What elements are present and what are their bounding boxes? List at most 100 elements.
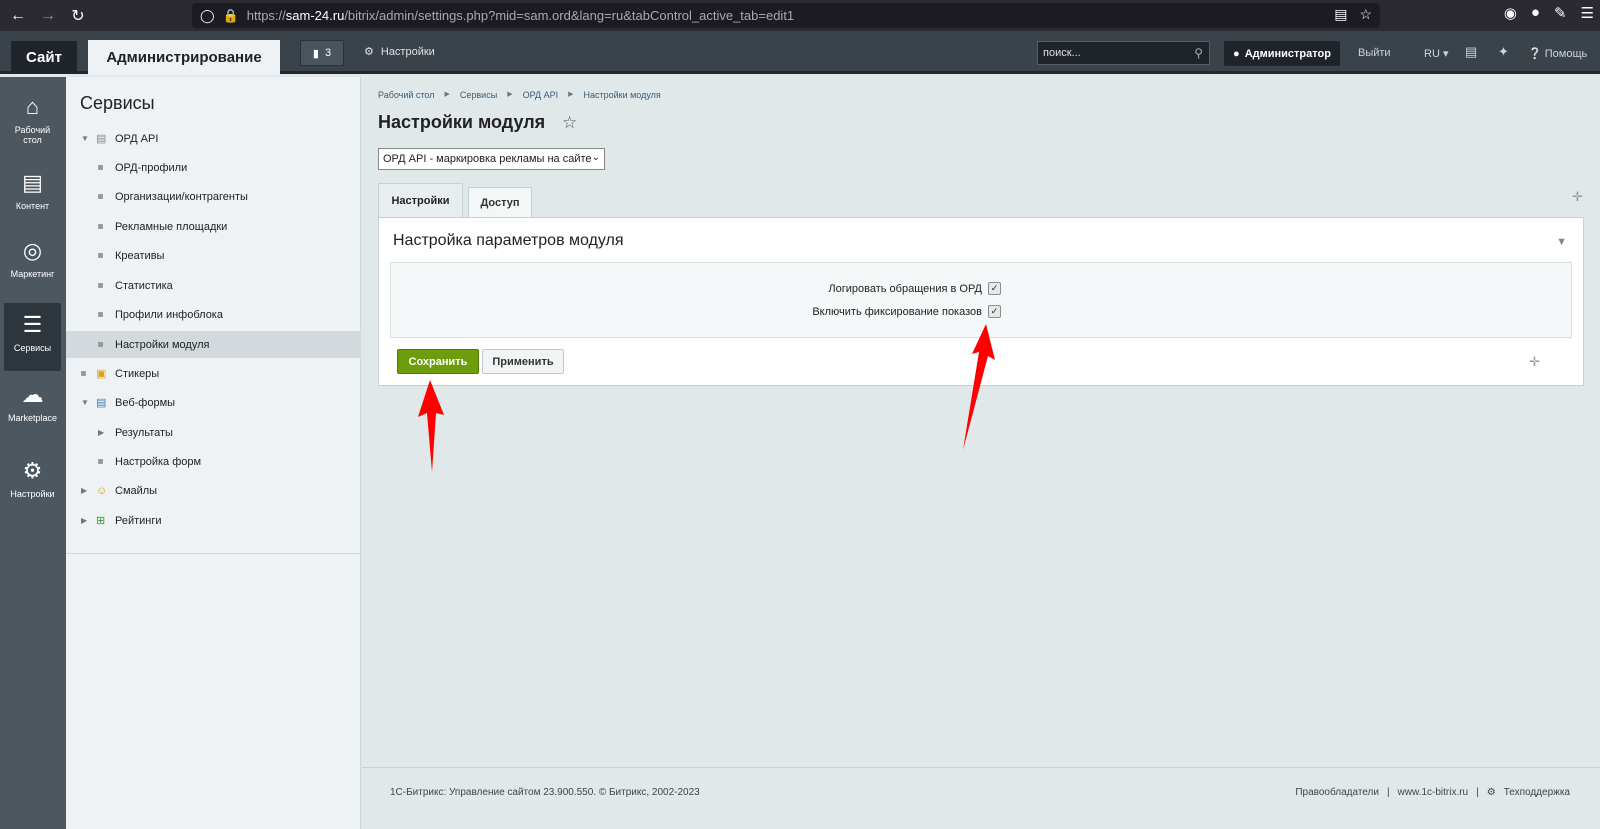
- back-icon[interactable]: ←: [6, 4, 30, 28]
- rating-icon: ⊞: [96, 514, 106, 527]
- address-bar[interactable]: ◯ 🔒 https://sam-24.ru/bitrix/admin/setti…: [192, 3, 1380, 28]
- module-select[interactable]: ОРД API - маркировка рекламы на сайте ⌄: [378, 148, 605, 170]
- sidebar-item-ratings[interactable]: ▶ ⊞ Рейтинги: [66, 507, 361, 534]
- menu-marketing[interactable]: ◎ Маркетинг: [4, 229, 61, 297]
- pocket-icon[interactable]: ◉: [1504, 4, 1517, 22]
- logout-link[interactable]: Выйти: [1358, 47, 1391, 59]
- sidebar-item-smiles[interactable]: ▶ ☺ Смайлы: [66, 477, 361, 504]
- sidebar-divider: [66, 553, 361, 554]
- breadcrumb-separator-icon: ▶: [507, 91, 513, 98]
- site-button[interactable]: Сайт: [11, 41, 77, 73]
- pin-icon[interactable]: ✛: [1572, 189, 1583, 205]
- sidebar-item-results[interactable]: ▶ Результаты: [66, 419, 361, 446]
- admin-topbar: Сайт Администрирование ▮ 3 ⚙ Настройки п…: [0, 31, 1600, 75]
- expanded-arrow-icon[interactable]: ▼: [81, 398, 89, 407]
- tab-settings[interactable]: Настройки: [378, 183, 463, 217]
- smile-icon: ☺: [96, 484, 108, 497]
- footer-link-rights[interactable]: Правообладатели: [1295, 787, 1379, 798]
- sidebar-item-ord-api[interactable]: ▼ ▤ ОРД API: [66, 125, 361, 152]
- sidebar-item-organizations[interactable]: Организации/контрагенты: [66, 183, 361, 210]
- account-icon[interactable]: ●: [1531, 4, 1540, 22]
- sidebar-item-statistics[interactable]: Статистика: [66, 272, 361, 299]
- menu-icon[interactable]: ☰: [1581, 4, 1594, 22]
- user-icon: ●: [1233, 47, 1240, 60]
- extensions-icon[interactable]: ✎: [1554, 4, 1567, 22]
- bullet-icon: [98, 342, 103, 347]
- notifications-button[interactable]: ▮ 3: [300, 40, 344, 66]
- breadcrumb-item[interactable]: Сервисы: [460, 90, 497, 100]
- log-requests-checkbox[interactable]: ✓: [988, 282, 1001, 295]
- search-icon[interactable]: ⚲: [1194, 46, 1203, 60]
- main-content: Рабочий стол ▶ Сервисы ▶ ОРД API ▶ Настр…: [362, 77, 1600, 829]
- collapsed-arrow-icon[interactable]: ▶: [81, 516, 87, 525]
- option-track-impressions: Включить фиксирование показов ✓: [812, 305, 1001, 318]
- sidebar-item-creatives[interactable]: Креативы: [66, 242, 361, 269]
- top-settings-link[interactable]: ⚙ Настройки: [364, 45, 435, 59]
- sidebar-item-iblock-profiles[interactable]: Профили инфоблока: [66, 301, 361, 328]
- menu-settings[interactable]: ⚙ Настройки: [4, 449, 61, 517]
- user-button[interactable]: ● Администратор: [1224, 41, 1340, 66]
- sticker-icon: ▣: [96, 367, 107, 380]
- admin-tab[interactable]: Администрирование: [88, 40, 280, 75]
- collapsed-arrow-icon[interactable]: ▶: [98, 428, 104, 437]
- breadcrumb: Рабочий стол ▶ Сервисы ▶ ОРД API ▶ Настр…: [378, 90, 661, 100]
- footer-link-support[interactable]: Техподдержка: [1504, 787, 1570, 798]
- expanded-arrow-icon[interactable]: ▼: [81, 134, 89, 143]
- breadcrumb-separator-icon: ▶: [568, 91, 574, 98]
- layers-icon: ☰: [22, 312, 43, 337]
- menu-services[interactable]: ☰ Сервисы: [4, 303, 61, 371]
- option-label: Логировать обращения в ОРД: [828, 282, 982, 295]
- bookmark-star-icon[interactable]: ☆: [1359, 6, 1372, 23]
- sidebar-item-webforms[interactable]: ▼ ▤ Веб-формы: [66, 389, 361, 416]
- option-log-requests: Логировать обращения в ОРД ✓: [828, 282, 1001, 295]
- favorite-star-icon[interactable]: ☆: [562, 113, 577, 133]
- bullet-icon: [98, 224, 103, 229]
- apply-button[interactable]: Применить: [482, 349, 564, 374]
- panel-icon[interactable]: ▤: [1465, 44, 1477, 60]
- breadcrumb-item[interactable]: ОРД API: [523, 90, 559, 100]
- footer-divider: [362, 767, 1600, 768]
- collapsed-arrow-icon[interactable]: ▶: [81, 486, 87, 495]
- url-text: https://sam-24.ru/bitrix/admin/settings.…: [246, 8, 795, 23]
- pin-icon[interactable]: ✦: [1498, 44, 1509, 60]
- settings-panel: Настройка параметров модуля ▼ Логировать…: [378, 217, 1584, 386]
- option-label: Включить фиксирование показов: [812, 305, 982, 318]
- menu-content[interactable]: ▤ Контент: [4, 161, 61, 229]
- language-switch[interactable]: RU ▾: [1424, 47, 1448, 60]
- sidebar: Сервисы ▼ ▤ ОРД API ОРД-профили Организа…: [66, 77, 361, 829]
- sidebar-item-module-settings[interactable]: Настройки модуля: [66, 331, 361, 358]
- page-title: Настройки модуля: [378, 112, 546, 132]
- sidebar-item-ad-platforms[interactable]: Рекламные площадки: [66, 213, 361, 240]
- sidebar-item-ord-profiles[interactable]: ОРД-профили: [66, 154, 361, 181]
- reload-icon[interactable]: ↻: [66, 4, 90, 28]
- menu-desktop[interactable]: ⌂ Рабочий стол: [4, 85, 61, 153]
- track-impressions-checkbox[interactable]: ✓: [988, 305, 1001, 318]
- lock-icon[interactable]: 🔒: [223, 8, 239, 24]
- sidebar-item-stickers[interactable]: ▣ Стикеры: [66, 360, 361, 387]
- breadcrumb-separator-icon: ▶: [444, 91, 450, 98]
- collapse-arrow-icon[interactable]: ▼: [1556, 236, 1567, 248]
- target-icon: ◎: [22, 238, 43, 263]
- footer-links: Правообладатели | www.1c-bitrix.ru | ⚙ Т…: [1295, 787, 1570, 798]
- forward-icon[interactable]: →: [36, 4, 60, 28]
- document-icon: ▤: [96, 132, 107, 145]
- gear-icon: ⚙: [364, 46, 374, 58]
- bullet-icon: [98, 194, 103, 199]
- save-button[interactable]: Сохранить: [397, 349, 479, 374]
- menu-marketplace[interactable]: ☁ Marketplace: [4, 373, 61, 441]
- breadcrumb-item[interactable]: Настройки модуля: [583, 90, 660, 100]
- help-link[interactable]: ❔ Помощь: [1528, 47, 1587, 60]
- sidebar-title: Сервисы: [80, 93, 155, 113]
- sidebar-item-form-settings[interactable]: Настройка форм: [66, 448, 361, 475]
- breadcrumb-item[interactable]: Рабочий стол: [378, 90, 435, 100]
- panel-title: Настройка параметров модуля: [393, 232, 624, 249]
- reader-icon[interactable]: ▤: [1334, 6, 1347, 23]
- pin-icon[interactable]: ✛: [1529, 354, 1540, 370]
- content-icon: ▤: [22, 170, 43, 195]
- search-input[interactable]: поиск... ⚲: [1037, 41, 1210, 65]
- tab-access[interactable]: Доступ: [468, 187, 532, 217]
- chevron-down-icon: ⌄: [591, 152, 600, 163]
- home-icon: ⌂: [25, 94, 40, 119]
- shield-icon[interactable]: ◯: [200, 8, 215, 24]
- footer-link-site[interactable]: www.1c-bitrix.ru: [1398, 787, 1469, 798]
